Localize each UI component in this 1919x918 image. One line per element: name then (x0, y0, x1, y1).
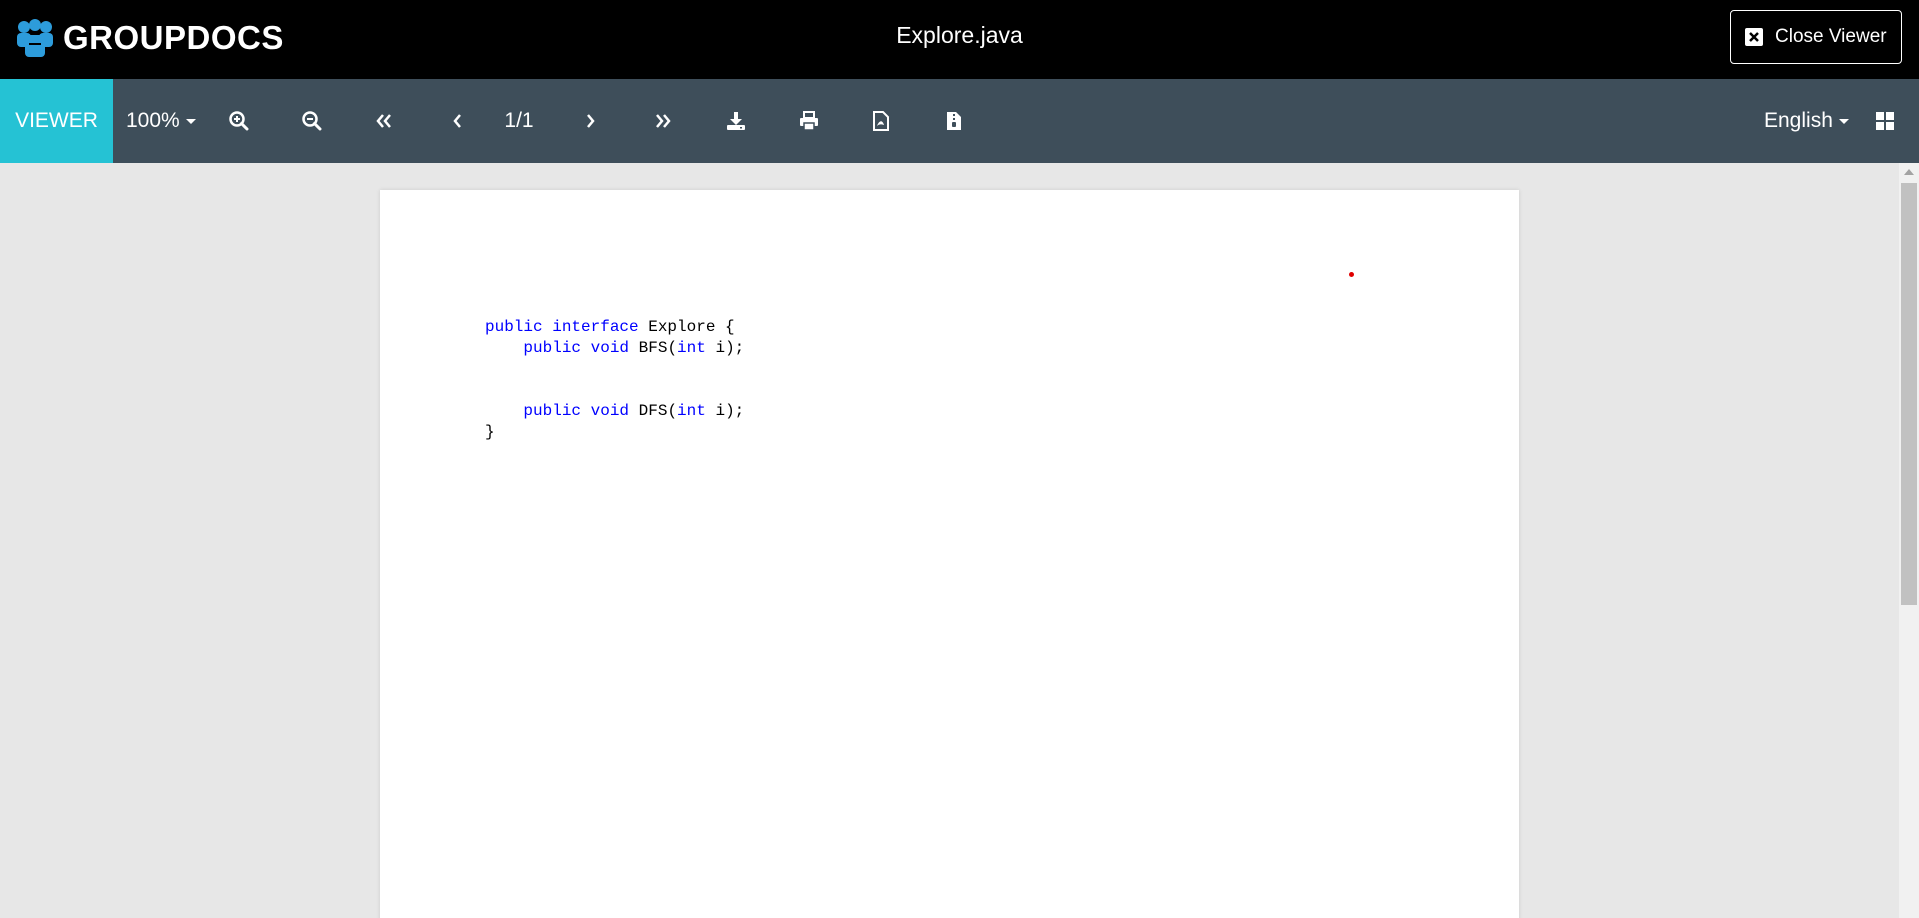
scroll-up-arrow-icon[interactable] (1904, 169, 1914, 175)
file-info-icon (947, 112, 961, 130)
code-text: Explore { (638, 318, 735, 336)
thumbnails-grid-icon (1876, 112, 1894, 130)
code-keyword: int (677, 402, 706, 420)
viewer-tab[interactable]: VIEWER (0, 79, 113, 163)
code-text: i); (705, 339, 745, 357)
code-line: public void BFS(int i); (485, 338, 744, 359)
code-text: } (485, 423, 495, 441)
download-icon (727, 112, 745, 130)
print-icon (800, 111, 818, 131)
document-viewport[interactable]: public interface Explore { public void B… (0, 163, 1899, 918)
code-keyword: public void (523, 339, 630, 357)
scroll-thumb[interactable] (1901, 183, 1917, 605)
language-value: English (1764, 109, 1833, 132)
document-page: public interface Explore { public void B… (380, 190, 1519, 918)
code-text: i); (705, 402, 745, 420)
next-page-icon (587, 114, 595, 128)
code-text: BFS( (629, 339, 678, 357)
zoom-out-icon (302, 111, 322, 131)
code-text: DFS( (629, 402, 678, 420)
code-line: public void DFS(int i); (485, 401, 744, 422)
zoom-value: 100% (126, 109, 180, 132)
code-keyword: public interface (485, 318, 639, 336)
first-page-icon (376, 114, 391, 128)
download-pdf-button[interactable] (861, 79, 901, 163)
close-viewer-label: Close Viewer (1775, 26, 1887, 47)
page-indicator: 1/1 (504, 109, 534, 132)
code-line: public interface Explore { (485, 317, 744, 338)
next-page-button[interactable] (571, 79, 611, 163)
zoom-in-button[interactable] (219, 79, 259, 163)
download-button[interactable] (716, 79, 756, 163)
close-viewer-button[interactable]: Close Viewer (1730, 10, 1902, 64)
language-dropdown[interactable]: English (1764, 79, 1849, 163)
print-button[interactable] (789, 79, 829, 163)
vertical-scrollbar[interactable] (1899, 163, 1919, 918)
document-title: Explore.java (896, 22, 1023, 48)
close-icon (1745, 28, 1763, 46)
code-block: public interface Explore { public void B… (485, 317, 744, 443)
red-marker (1349, 272, 1354, 277)
previous-page-button[interactable] (437, 79, 477, 163)
thumbnails-button[interactable] (1873, 79, 1897, 163)
app-header: GROUPDOCS Explore.java Close Viewer (0, 0, 1919, 79)
code-keyword: public void (523, 402, 630, 420)
code-line: } (485, 422, 744, 443)
code-keyword: int (677, 339, 706, 357)
chevron-down-icon (1838, 118, 1849, 124)
file-info-button[interactable] (934, 79, 974, 163)
last-page-button[interactable] (643, 79, 683, 163)
zoom-dropdown[interactable]: 100% (126, 79, 196, 163)
toolbar: VIEWER 100% 1/1 English (0, 79, 1919, 163)
chevron-down-icon (185, 118, 196, 124)
zoom-out-button[interactable] (292, 79, 332, 163)
previous-page-icon (453, 114, 461, 128)
zoom-in-icon (229, 111, 249, 131)
last-page-icon (656, 114, 671, 128)
first-page-button[interactable] (364, 79, 404, 163)
pdf-icon (873, 111, 889, 131)
